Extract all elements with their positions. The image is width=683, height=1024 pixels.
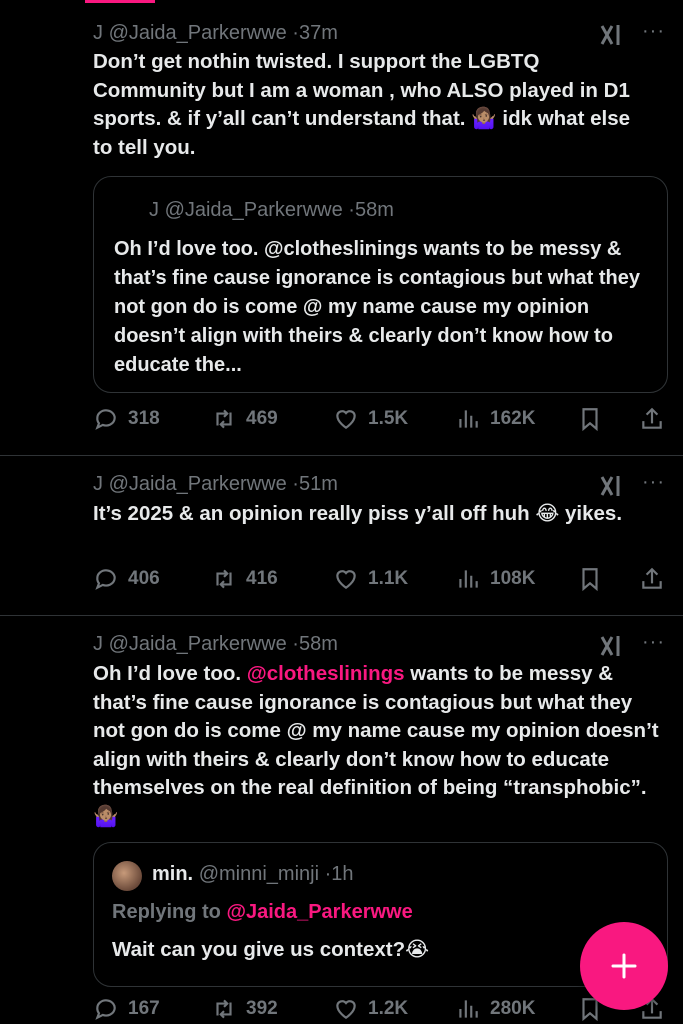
tweet-header: J @Jaida_Parkerwwe ·51m bbox=[93, 473, 338, 495]
reply-count: 318 bbox=[128, 408, 160, 429]
reply-author: min. @minni_minji ·1h bbox=[152, 863, 354, 885]
like-icon bbox=[336, 410, 356, 429]
author-initial: J bbox=[93, 633, 103, 655]
tweet-time: 58m bbox=[354, 199, 394, 221]
like-button[interactable]: 1.1K bbox=[333, 566, 408, 592]
view-count: 162K bbox=[490, 408, 536, 429]
reply-button[interactable]: 406 bbox=[93, 566, 160, 592]
replying-to-handle[interactable]: @Jaida_Parkerwwe bbox=[226, 901, 412, 923]
compose-plus-icon bbox=[611, 953, 637, 979]
bookmark-icon bbox=[582, 568, 598, 592]
like-count: 1.1K bbox=[368, 568, 409, 589]
views-button[interactable]: 108K bbox=[455, 566, 535, 592]
tweet-time[interactable]: 58m bbox=[299, 633, 338, 655]
tweet-2[interactable]: J @Jaida_Parkerwwe ·51m ··· It’s 2025 & … bbox=[0, 456, 683, 616]
like-button[interactable]: 1.5K bbox=[333, 406, 408, 432]
author-initial: J bbox=[93, 473, 103, 495]
grok-icon[interactable] bbox=[599, 633, 625, 659]
author-initial: J bbox=[149, 199, 159, 221]
reply-icon bbox=[95, 999, 116, 1020]
author-handle[interactable]: @Jaida_Parkerwwe bbox=[109, 633, 287, 655]
like-button[interactable]: 1.2K bbox=[333, 996, 408, 1022]
like-count: 1.2K bbox=[368, 998, 409, 1019]
views-icon bbox=[459, 410, 478, 428]
share-icon bbox=[642, 407, 662, 429]
more-options-icon[interactable]: ··· bbox=[642, 471, 665, 494]
view-count: 108K bbox=[490, 568, 536, 589]
repost-count: 392 bbox=[246, 998, 278, 1019]
author-handle[interactable]: @Jaida_Parkerwwe bbox=[109, 22, 287, 44]
repost-count: 416 bbox=[246, 568, 278, 589]
tweet-text: Don’t get nothin twisted. I support the … bbox=[93, 50, 630, 159]
grok-icon[interactable] bbox=[599, 473, 625, 499]
reply-author-name: min. bbox=[152, 863, 194, 885]
tweet-header: J @Jaida_Parkerwwe ·37m bbox=[93, 22, 338, 44]
tweet-text: Oh I’d love too. @clotheslinings wants t… bbox=[93, 660, 663, 831]
repost-icon bbox=[216, 999, 232, 1019]
repost-icon bbox=[216, 569, 232, 589]
tweet-text-part: Oh I’d love too. bbox=[93, 662, 247, 685]
mention-link[interactable]: @clotheslinings bbox=[247, 662, 405, 685]
author-handle[interactable]: @Jaida_Parkerwwe bbox=[109, 473, 287, 495]
reply-text: Wait can you give us context?😭 bbox=[112, 938, 430, 961]
quoted-tweet-header: J @Jaida_Parkerwwe ·58m bbox=[149, 199, 394, 221]
quoted-tweet[interactable]: J @Jaida_Parkerwwe ·58m Oh I’d love too.… bbox=[93, 176, 668, 393]
reply-author-handle: @minni_minji bbox=[198, 863, 320, 885]
views-icon bbox=[459, 570, 478, 588]
tweet-actions: 318 469 1.5K 162K bbox=[93, 406, 668, 434]
avatar[interactable] bbox=[112, 861, 142, 891]
bookmark-button[interactable] bbox=[577, 566, 603, 592]
reply-button[interactable]: 167 bbox=[93, 996, 160, 1022]
tweet-1[interactable]: J @Jaida_Parkerwwe ·37m ··· Don’t get no… bbox=[0, 0, 683, 455]
like-icon bbox=[336, 1000, 356, 1019]
tweet-time[interactable]: 51m bbox=[299, 473, 338, 495]
view-count: 280K bbox=[490, 998, 536, 1019]
reply-time: 1h bbox=[331, 863, 354, 885]
reply-icon bbox=[95, 569, 116, 590]
more-options-icon[interactable]: ··· bbox=[642, 20, 665, 43]
grok-icon[interactable] bbox=[599, 22, 625, 48]
tweet-time[interactable]: 37m bbox=[299, 22, 338, 44]
quoted-tweet-text: Oh I’d love too. @clotheslinings wants t… bbox=[114, 238, 641, 376]
more-options-icon[interactable]: ··· bbox=[642, 631, 665, 654]
author-initial: J bbox=[93, 22, 103, 44]
replying-label: Replying to bbox=[112, 901, 221, 923]
share-icon bbox=[642, 567, 662, 589]
like-icon bbox=[336, 570, 356, 589]
compose-button[interactable] bbox=[580, 922, 668, 1010]
bookmark-button[interactable] bbox=[577, 406, 603, 432]
tweet-text-part: wants to be messy & that’s fine cause ig… bbox=[93, 662, 659, 828]
share-button[interactable] bbox=[639, 566, 665, 592]
reply-count: 406 bbox=[128, 568, 160, 589]
bookmark-icon bbox=[582, 408, 598, 432]
share-button[interactable] bbox=[639, 406, 665, 432]
tweet-actions: 167 392 1.2K 280K bbox=[93, 996, 668, 1024]
repost-button[interactable]: 469 bbox=[211, 406, 278, 432]
repost-button[interactable]: 392 bbox=[211, 996, 278, 1022]
reply-icon bbox=[95, 409, 116, 430]
views-button[interactable]: 162K bbox=[455, 406, 535, 432]
repost-icon bbox=[216, 409, 232, 429]
repost-count: 469 bbox=[246, 408, 278, 429]
tweet-text: It’s 2025 & an opinion really piss y’all… bbox=[93, 502, 623, 525]
like-count: 1.5K bbox=[368, 408, 409, 429]
reply-button[interactable]: 318 bbox=[93, 406, 160, 432]
repost-button[interactable]: 416 bbox=[211, 566, 278, 592]
views-button[interactable]: 280K bbox=[455, 996, 535, 1022]
views-icon bbox=[459, 1000, 478, 1018]
tweet-actions: 406 416 1.1K 108K bbox=[93, 566, 668, 594]
tweet-header: J @Jaida_Parkerwwe ·58m bbox=[93, 633, 338, 655]
replying-to: Replying to @Jaida_Parkerwwe bbox=[112, 901, 413, 924]
reply-count: 167 bbox=[128, 998, 160, 1019]
author-handle: @Jaida_Parkerwwe bbox=[164, 199, 343, 221]
